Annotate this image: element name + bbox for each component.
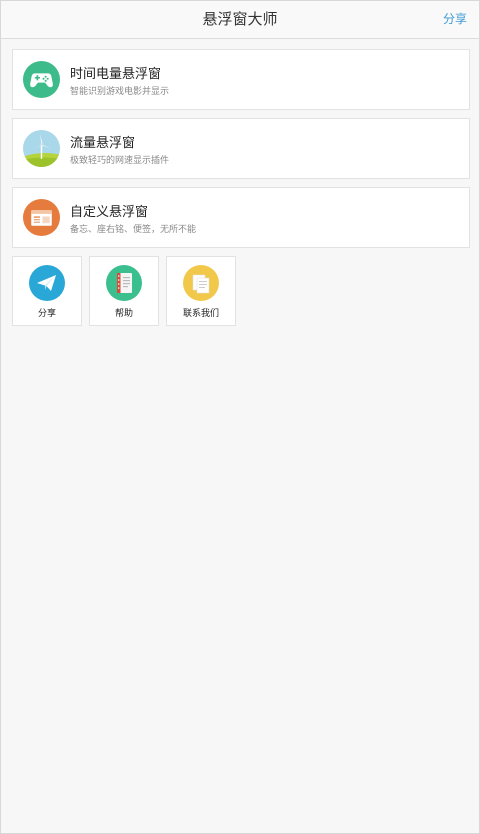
card-custom[interactable]: 自定义悬浮窗 备忘、座右铭、便签，无所不能 xyxy=(12,187,470,248)
card-time-battery[interactable]: 时间电量悬浮窗 智能识别游戏电影并显示 xyxy=(12,49,470,110)
card-traffic[interactable]: 流量悬浮窗 极致轻巧的网速显示插件 xyxy=(12,118,470,179)
paper-plane-icon xyxy=(29,265,65,301)
tile-label: 联系我们 xyxy=(182,309,219,319)
app-window: 悬浮窗大师 分享 时间电量悬浮窗 智能识别游戏电影并显示 流量悬浮窗 极致轻巧的… xyxy=(0,0,480,834)
tile-label: 分享 xyxy=(37,309,56,319)
card-title: 自定义悬浮窗 xyxy=(70,205,149,220)
tile-contact[interactable]: 联系我们 xyxy=(166,256,236,326)
tile-label: 帮助 xyxy=(114,309,133,319)
card-subtitle: 备忘、座右铭、便签，无所不能 xyxy=(70,225,197,235)
card-subtitle: 极致轻巧的网速显示插件 xyxy=(70,156,170,166)
tile-share[interactable]: 分享 xyxy=(12,256,82,326)
tile-help[interactable]: 帮助 xyxy=(89,256,159,326)
card-subtitle: 智能识别游戏电影并显示 xyxy=(70,87,170,97)
header-bar: 悬浮窗大师 分享 xyxy=(1,1,479,39)
notepad-icon xyxy=(23,199,60,236)
share-button[interactable]: 分享 xyxy=(443,1,467,38)
notebook-icon xyxy=(106,265,142,301)
windmill-icon xyxy=(23,130,60,167)
card-title: 时间电量悬浮窗 xyxy=(70,67,162,82)
page-title: 悬浮窗大师 xyxy=(202,10,278,28)
gamepad-icon xyxy=(23,61,60,98)
documents-icon xyxy=(183,265,219,301)
card-title: 流量悬浮窗 xyxy=(70,136,136,151)
